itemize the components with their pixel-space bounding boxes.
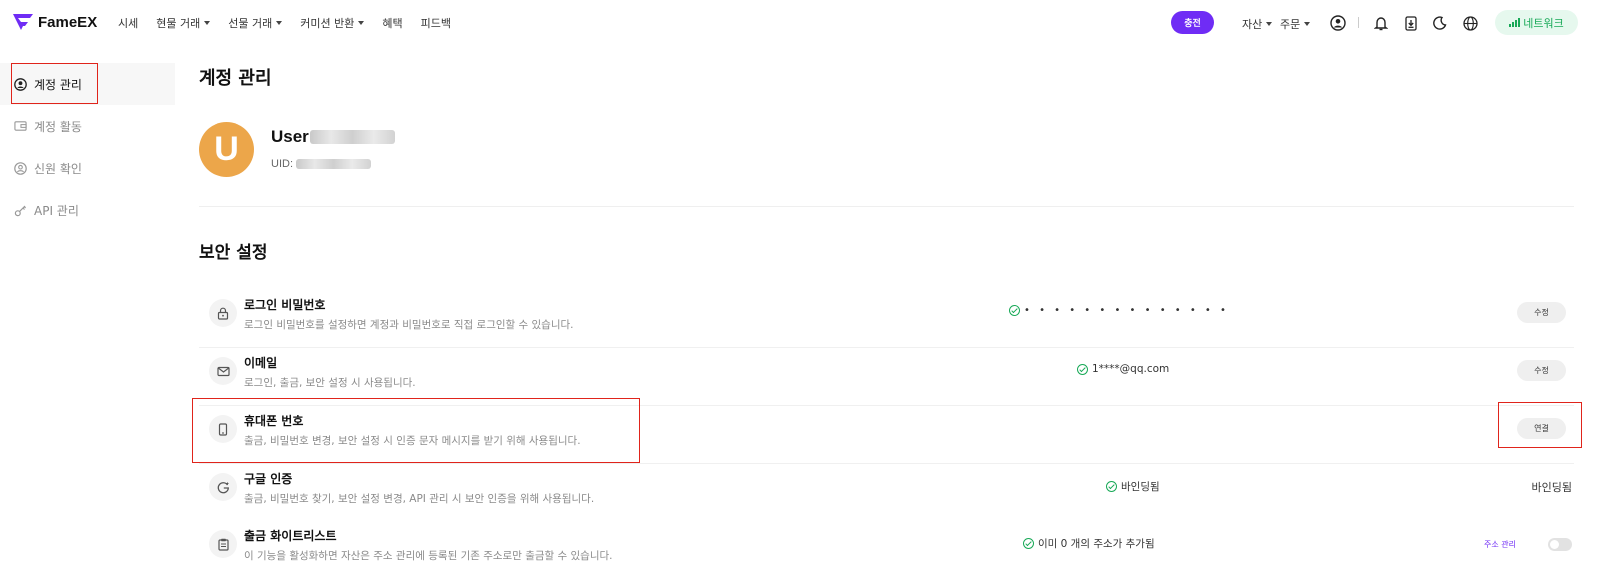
divider	[1358, 17, 1359, 28]
google-icon	[209, 473, 237, 501]
check-circle-icon	[1023, 538, 1034, 549]
signal-icon	[1509, 18, 1521, 27]
nav-label: 현물 거래	[156, 17, 201, 30]
uid-row: UID:	[271, 158, 371, 170]
check-circle-icon	[1077, 363, 1088, 375]
username: User	[271, 127, 395, 147]
bell-icon[interactable]	[1372, 14, 1390, 32]
sidebar-item-label: 신원 확인	[34, 161, 82, 176]
row-title: 구글 인증	[244, 472, 293, 486]
nav-label: 커미션 반환	[300, 17, 355, 30]
network-status-button[interactable]: 네트워크	[1495, 10, 1578, 35]
highlight-box	[11, 63, 98, 104]
lock-icon	[209, 299, 237, 327]
clipboard-icon	[209, 530, 237, 558]
username-text: User	[271, 127, 309, 146]
fameex-logo-icon	[13, 14, 33, 30]
nav-item-spot[interactable]: 현물 거래	[156, 15, 211, 31]
security-row-withdrawal-whitelist: 출금 화이트리스트 이 기능을 활성화하면 자산은 주소 관리에 등록된 기존 …	[199, 521, 1574, 579]
row-description: 로그인, 출금, 보안 설정 시 사용됩니다.	[244, 377, 416, 389]
email-value: 1****@qq.com	[1092, 363, 1170, 375]
caret-down-icon	[358, 21, 365, 25]
check-circle-icon	[1106, 481, 1117, 492]
edit-password-button[interactable]: 수정	[1517, 302, 1566, 323]
main-nav: 시세 현물 거래 선물 거래 커미션 반환 혜택 피드백	[118, 15, 469, 31]
nav-item-rebate[interactable]: 커미션 반환	[300, 15, 365, 31]
row-description: 출금, 비밀번호 찾기, 보안 설정 변경, API 관리 시 보안 인증을 위…	[244, 493, 595, 505]
uid-label: UID:	[271, 158, 293, 170]
nav-item-benefits[interactable]: 혜택	[382, 15, 402, 31]
wallet-icon	[14, 120, 27, 133]
google-auth-bound-label: 바인딩됨	[1531, 481, 1572, 494]
nav-item-futures[interactable]: 선물 거래	[228, 15, 283, 31]
row-title: 이메일	[244, 356, 278, 370]
caret-down-icon	[276, 21, 283, 25]
nav-label: 시세	[118, 17, 139, 30]
mail-icon	[209, 357, 237, 385]
check-circle-icon	[1009, 305, 1020, 316]
whitelist-status: 이미 0 개의 주소가 추가됨	[1038, 538, 1155, 550]
security-settings-title: 보안 설정	[199, 243, 268, 263]
key-icon	[14, 204, 27, 217]
logo[interactable]: FameEX	[12, 12, 97, 32]
caret-down-icon	[204, 21, 211, 25]
user-icon[interactable]	[1329, 14, 1347, 32]
download-icon[interactable]	[1402, 14, 1420, 32]
section-divider	[199, 206, 1574, 207]
sidebar-item-identity-verification[interactable]: 신원 확인	[0, 147, 175, 189]
assets-dropdown[interactable]: 자산	[1242, 16, 1273, 32]
password-mask: • • • • • • • • • • • • • •	[1024, 305, 1229, 316]
id-icon	[14, 161, 27, 175]
nav-label: 선물 거래	[228, 17, 273, 30]
nav-item-feedback[interactable]: 피드백	[421, 15, 451, 31]
row-status: • • • • • • • • • • • • • •	[1009, 305, 1229, 316]
address-management-link[interactable]: 주소 관리	[1484, 539, 1516, 550]
row-description: 로그인 비밀번호를 설정하면 계정과 비밀번호로 직접 로그인할 수 있습니다.	[244, 319, 574, 331]
globe-icon[interactable]	[1461, 14, 1479, 32]
page-title: 계정 관리	[199, 68, 272, 89]
sidebar-item-account-activity[interactable]: 계정 활동	[0, 105, 175, 147]
nav-item-market[interactable]: 시세	[118, 15, 138, 31]
redacted-uid	[296, 159, 371, 169]
edit-email-button[interactable]: 수정	[1517, 360, 1566, 381]
row-title: 출금 화이트리스트	[244, 529, 337, 543]
sidebar-item-api-management[interactable]: API 관리	[0, 189, 175, 231]
avatar: U	[199, 122, 254, 177]
nav-label: 혜택	[382, 17, 403, 30]
sidebar-item-label: API 관리	[34, 203, 79, 218]
google-auth-status: 바인딩됨	[1121, 481, 1160, 493]
top-navigation: FameEX 시세 현물 거래 선물 거래 커미션 반환 혜택 피드백 충전 자…	[0, 0, 1600, 46]
network-label: 네트워크	[1523, 16, 1564, 30]
moon-icon[interactable]	[1431, 14, 1449, 32]
redacted-username	[309, 130, 395, 144]
caret-down-icon	[1266, 22, 1273, 26]
security-row-login-password: 로그인 비밀번호 로그인 비밀번호를 설정하면 계정과 비밀번호로 직접 로그인…	[199, 290, 1574, 348]
deposit-button[interactable]: 충전	[1171, 11, 1214, 34]
assets-label: 자산	[1242, 18, 1263, 31]
highlight-box	[1498, 402, 1582, 448]
whitelist-toggle[interactable]	[1548, 538, 1572, 551]
sidebar-item-label: 계정 활동	[34, 119, 82, 134]
row-status: 1****@qq.com	[1077, 363, 1169, 375]
security-row-google-auth: 구글 인증 출금, 비밀번호 찾기, 보안 설정 변경, API 관리 시 보안…	[199, 464, 1574, 522]
row-description: 이 기능을 활성화하면 자산은 주소 관리에 등록된 기존 주소로만 출금할 수…	[244, 550, 613, 562]
row-status: 바인딩됨	[1106, 479, 1160, 494]
row-title: 로그인 비밀번호	[244, 298, 326, 312]
row-status: 이미 0 개의 주소가 추가됨	[1023, 536, 1155, 551]
orders-label: 주문	[1280, 18, 1301, 31]
brand-name: FameEX	[38, 13, 98, 31]
caret-down-icon	[1304, 22, 1311, 26]
nav-label: 피드백	[420, 17, 451, 30]
orders-dropdown[interactable]: 주문	[1280, 16, 1311, 32]
highlight-box	[192, 398, 640, 463]
